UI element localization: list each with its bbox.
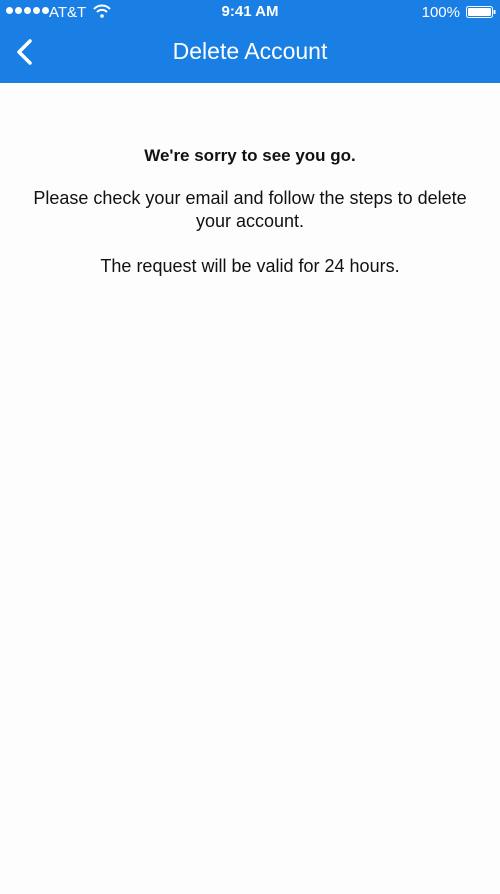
confirmation-content: We're sorry to see you go. Please check … <box>30 144 470 278</box>
status-bar: AT&T 9:41 AM 100% <box>0 0 500 26</box>
confirmation-message: Please check your email and follow the s… <box>33 188 467 231</box>
battery-full-icon <box>466 6 496 18</box>
validity-notice: The request will be valid for 24 hours. <box>100 256 400 276</box>
page-title: Delete Account <box>172 38 328 64</box>
confirmation-heading: We're sorry to see you go. <box>144 146 356 165</box>
battery-percent: 100% <box>421 4 460 21</box>
app-header: AT&T 9:41 AM 100% Delete Account <box>0 0 500 83</box>
